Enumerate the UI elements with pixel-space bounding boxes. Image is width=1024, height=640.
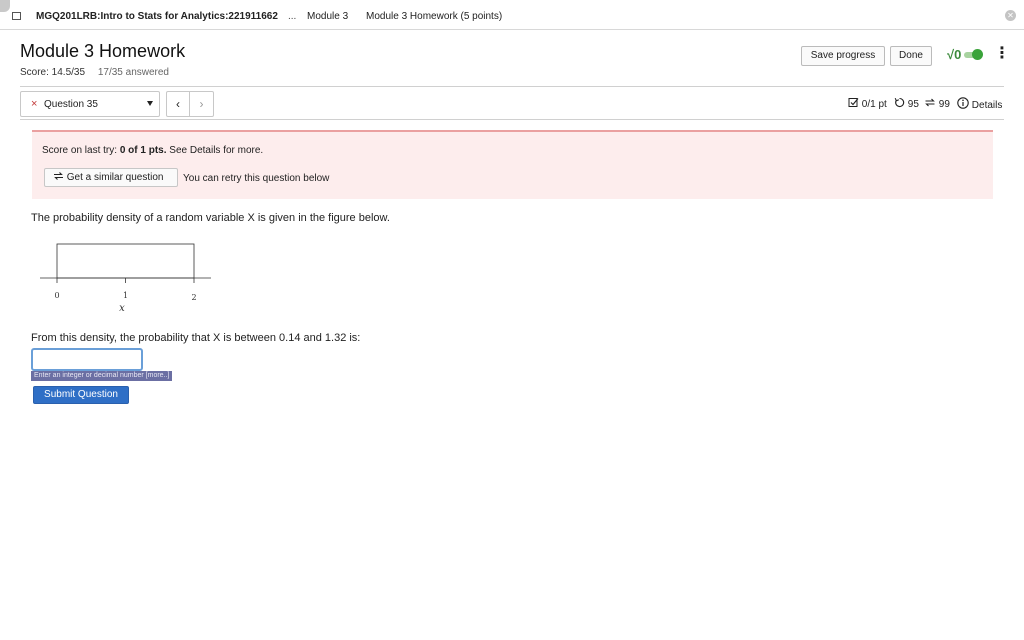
info-icon <box>957 97 969 109</box>
breadcrumb-bar: MGQ201LRB:Intro to Stats for Analytics:2… <box>0 0 1024 30</box>
chevron-down-icon <box>147 101 153 106</box>
last-try-value: 0 of 1 pts. <box>119 145 167 156</box>
versions-remaining: 99 <box>924 97 950 110</box>
points-indicator: 0/1 pt <box>848 97 887 110</box>
retry-message: You can retry this question below <box>183 173 330 184</box>
answer-input[interactable] <box>31 348 143 371</box>
tries-count: 95 <box>907 99 919 110</box>
score-summary: Score: 14.5/35 17/35 answered <box>20 67 169 78</box>
question-select-label: Question 35 <box>44 99 98 110</box>
x-tick-label: 0 <box>54 291 59 300</box>
page-title: Module 3 Homework <box>20 41 186 61</box>
sqrt-icon: √0 <box>947 47 962 62</box>
breadcrumb-course[interactable]: MGQ201LRB:Intro to Stats for Analytics:2… <box>36 11 278 22</box>
similar-question-label: Get a similar question <box>66 172 164 183</box>
points-text: 0/1 pt <box>861 99 887 110</box>
details-label: Details <box>971 100 1003 111</box>
last-try-suffix: See Details for more. <box>166 145 264 156</box>
question-prompt: From this density, the probability that … <box>31 332 361 344</box>
density-rectangle <box>56 243 195 279</box>
details-button[interactable]: Details <box>957 97 1002 111</box>
versions-icon <box>925 98 935 107</box>
toggle-knob <box>972 49 983 60</box>
math-display-toggle[interactable]: √0 <box>947 47 983 63</box>
incorrect-icon: × <box>31 98 38 110</box>
question-intro: The probability density of a random vari… <box>31 212 390 224</box>
feedback-panel: Score on last try: 0 of 1 pts. See Detai… <box>32 130 993 199</box>
x-axis-label: x <box>119 303 125 314</box>
tries-remaining: 95 <box>894 97 919 110</box>
versions-icon <box>54 172 63 180</box>
retry-icon <box>894 97 905 108</box>
similar-question-button[interactable]: Get a similar question <box>44 168 178 187</box>
breadcrumb-ellipsis[interactable]: ... <box>288 11 296 22</box>
answer-format-hint[interactable]: Enter an integer or decimal number [more… <box>31 371 173 381</box>
question-select[interactable]: × Question 35 <box>20 91 160 117</box>
more-options-icon[interactable]: ⋮ <box>994 46 1010 64</box>
next-question-button[interactable]: › <box>190 91 214 117</box>
checkbox-edit-icon <box>848 98 859 107</box>
density-figure: 0 1 2 x <box>40 243 211 314</box>
answered-count: 17/35 answered <box>97 67 169 78</box>
done-button[interactable]: Done <box>890 46 932 66</box>
x-tick-label: 1 <box>123 291 128 300</box>
versions-count: 99 <box>938 99 950 110</box>
submit-question-button[interactable]: Submit Question <box>33 386 129 404</box>
question-nav-bar: × Question 35 ‹ › 0/1 pt 95 99 Details <box>20 86 1004 120</box>
close-icon[interactable]: ✕ <box>1005 10 1016 21</box>
window-icon <box>12 12 21 20</box>
x-tick-label: 2 <box>191 293 196 302</box>
score-text: Score: 14.5/35 <box>20 67 86 78</box>
last-try-prefix: Score on last try: <box>42 145 120 156</box>
save-progress-button[interactable]: Save progress <box>801 46 885 66</box>
breadcrumb-assignment[interactable]: Module 3 Homework (5 points) <box>366 11 502 22</box>
corner-tab-icon <box>0 0 10 12</box>
breadcrumb-module[interactable]: Module 3 <box>307 11 348 22</box>
last-try-score: Score on last try: 0 of 1 pts. See Detai… <box>42 145 263 156</box>
previous-question-button[interactable]: ‹ <box>166 91 190 117</box>
